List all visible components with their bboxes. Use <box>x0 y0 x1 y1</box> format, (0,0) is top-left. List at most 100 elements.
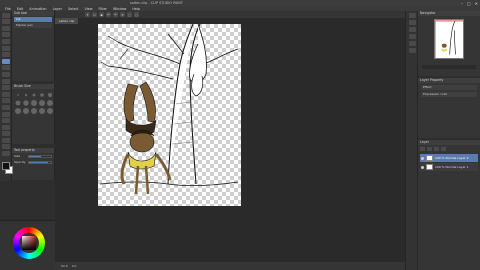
pencil-icon[interactable] <box>2 65 10 71</box>
eye-icon[interactable] <box>421 165 424 169</box>
redo-icon[interactable]: ↷ <box>113 12 118 17</box>
layer-row[interactable]: 100 % Normal Layer 2 <box>420 154 478 162</box>
brush-size-option[interactable] <box>17 94 19 96</box>
clip-icon[interactable] <box>441 147 446 151</box>
tool-palette <box>0 11 12 181</box>
zoom-tool-icon[interactable] <box>2 12 10 18</box>
size-slider[interactable] <box>28 154 52 158</box>
eye-icon[interactable] <box>421 156 424 160</box>
open-icon[interactable]: ▭ <box>92 12 97 17</box>
app-window: saiten.clip - CLIP STUDIO PAINT – □ ✕ Fi… <box>0 0 480 270</box>
color-wheel-panel <box>0 220 55 270</box>
menu-animation[interactable]: Animation <box>26 7 49 11</box>
decoration-icon[interactable] <box>2 85 10 91</box>
ruler-icon[interactable] <box>2 131 10 137</box>
airbrush-icon[interactable] <box>2 78 10 84</box>
menu-file[interactable]: File <box>2 7 14 11</box>
frame-icon[interactable] <box>2 124 10 130</box>
brush-size-option[interactable] <box>39 108 45 114</box>
layer-property-panel: Layer Property Effect Expression color <box>418 78 480 138</box>
status-bar: 50.0 0.0 <box>55 262 405 270</box>
material-icon[interactable] <box>409 34 416 39</box>
minimize-button[interactable]: – <box>461 1 463 6</box>
property-row: Opacity <box>12 159 54 165</box>
deselect-icon[interactable]: ◌ <box>134 12 139 17</box>
info-icon[interactable] <box>409 27 416 32</box>
color-wheel[interactable] <box>13 227 45 259</box>
brush-icon[interactable] <box>2 71 10 77</box>
transform-icon[interactable]: ⬚ <box>127 12 132 17</box>
maximize-button[interactable]: □ <box>467 1 471 6</box>
menu-window[interactable]: Window <box>110 7 129 11</box>
correct-line-icon[interactable] <box>2 151 10 157</box>
canvas-area[interactable]: saiten.clip <box>55 18 405 262</box>
menu-edit[interactable]: Edit <box>14 7 27 11</box>
menu-filter[interactable]: Filter <box>96 7 110 11</box>
saturation-square[interactable] <box>22 236 36 250</box>
pen-icon[interactable] <box>2 58 10 64</box>
opacity-slider[interactable] <box>427 147 432 151</box>
undo-icon[interactable]: ↶ <box>106 12 111 17</box>
document-tab[interactable]: saiten.clip <box>55 18 79 24</box>
brush-size-option[interactable] <box>24 93 28 97</box>
subtool-header: Sub tool <box>12 11 54 16</box>
main-color-swatch[interactable] <box>2 162 10 170</box>
property-label: Opacity <box>14 160 26 164</box>
move-layer-icon[interactable] <box>2 32 10 38</box>
move-tool-icon[interactable] <box>2 19 10 25</box>
selection-icon[interactable] <box>2 38 10 44</box>
subtool-item[interactable]: Ink <box>14 17 52 22</box>
menu-help[interactable]: Help <box>129 7 143 11</box>
eyedropper-icon[interactable] <box>2 52 10 58</box>
new-icon[interactable]: + <box>85 12 90 17</box>
brush-size-option[interactable] <box>15 108 21 114</box>
brush-size-option[interactable] <box>23 108 29 114</box>
navigator-thumbnail[interactable] <box>434 19 464 59</box>
brush-size-option[interactable] <box>31 108 37 114</box>
brush-size-option[interactable] <box>32 93 36 97</box>
sub-view-icon[interactable] <box>409 20 416 25</box>
menu-layer[interactable]: Layer <box>50 7 65 11</box>
brush-size-option[interactable] <box>39 100 45 106</box>
zoom-value[interactable]: 50.0 <box>61 264 68 268</box>
layer-row[interactable]: 100 % Normal Layer 1 <box>420 163 478 171</box>
layer-property-row[interactable]: Effect <box>421 85 477 90</box>
navigator-zoom-slider[interactable] <box>422 65 476 69</box>
canvas-paper[interactable] <box>98 24 241 206</box>
brush-size-option[interactable] <box>47 92 53 98</box>
brush-size-option[interactable] <box>47 108 53 114</box>
close-button[interactable]: ✕ <box>475 1 478 6</box>
color-set-icon[interactable] <box>409 48 416 53</box>
brush-size-option[interactable] <box>40 93 44 97</box>
opacity-slider[interactable] <box>28 160 52 164</box>
layer-thumbnail <box>426 164 433 170</box>
blend-mode-select[interactable] <box>420 147 425 151</box>
subtool-item[interactable]: Marker pen <box>14 23 52 28</box>
text-icon[interactable] <box>2 137 10 143</box>
navigator-header: Navigator <box>418 11 480 16</box>
layer-property-row[interactable]: Expression color <box>421 92 477 97</box>
figure-icon[interactable] <box>2 118 10 124</box>
menu-view[interactable]: View <box>82 7 96 11</box>
menu-select[interactable]: Select <box>65 7 81 11</box>
history-icon[interactable] <box>409 41 416 46</box>
brush-size-option[interactable] <box>23 100 29 106</box>
fill-icon[interactable] <box>2 104 10 110</box>
angle-value[interactable]: 0.0 <box>72 264 77 268</box>
save-icon[interactable]: ▪ <box>99 12 104 17</box>
clear-icon[interactable]: ✕ <box>120 12 125 17</box>
gradient-icon[interactable] <box>2 111 10 117</box>
brush-size-grid <box>12 89 54 117</box>
balloon-icon[interactable] <box>2 144 10 150</box>
brush-size-option[interactable] <box>47 100 53 106</box>
lock-icon[interactable] <box>434 147 439 151</box>
operation-tool-icon[interactable] <box>2 25 10 31</box>
brush-size-option[interactable] <box>15 100 21 106</box>
blend-icon[interactable] <box>2 98 10 104</box>
auto-select-icon[interactable] <box>2 45 10 51</box>
navigator-tab-icon[interactable] <box>409 13 416 18</box>
subtool-panel: Sub tool Ink Marker pen <box>12 11 55 81</box>
window-title: saiten.clip - CLIP STUDIO PAINT <box>130 1 183 5</box>
brush-size-option[interactable] <box>31 100 37 106</box>
eraser-icon[interactable] <box>2 91 10 97</box>
